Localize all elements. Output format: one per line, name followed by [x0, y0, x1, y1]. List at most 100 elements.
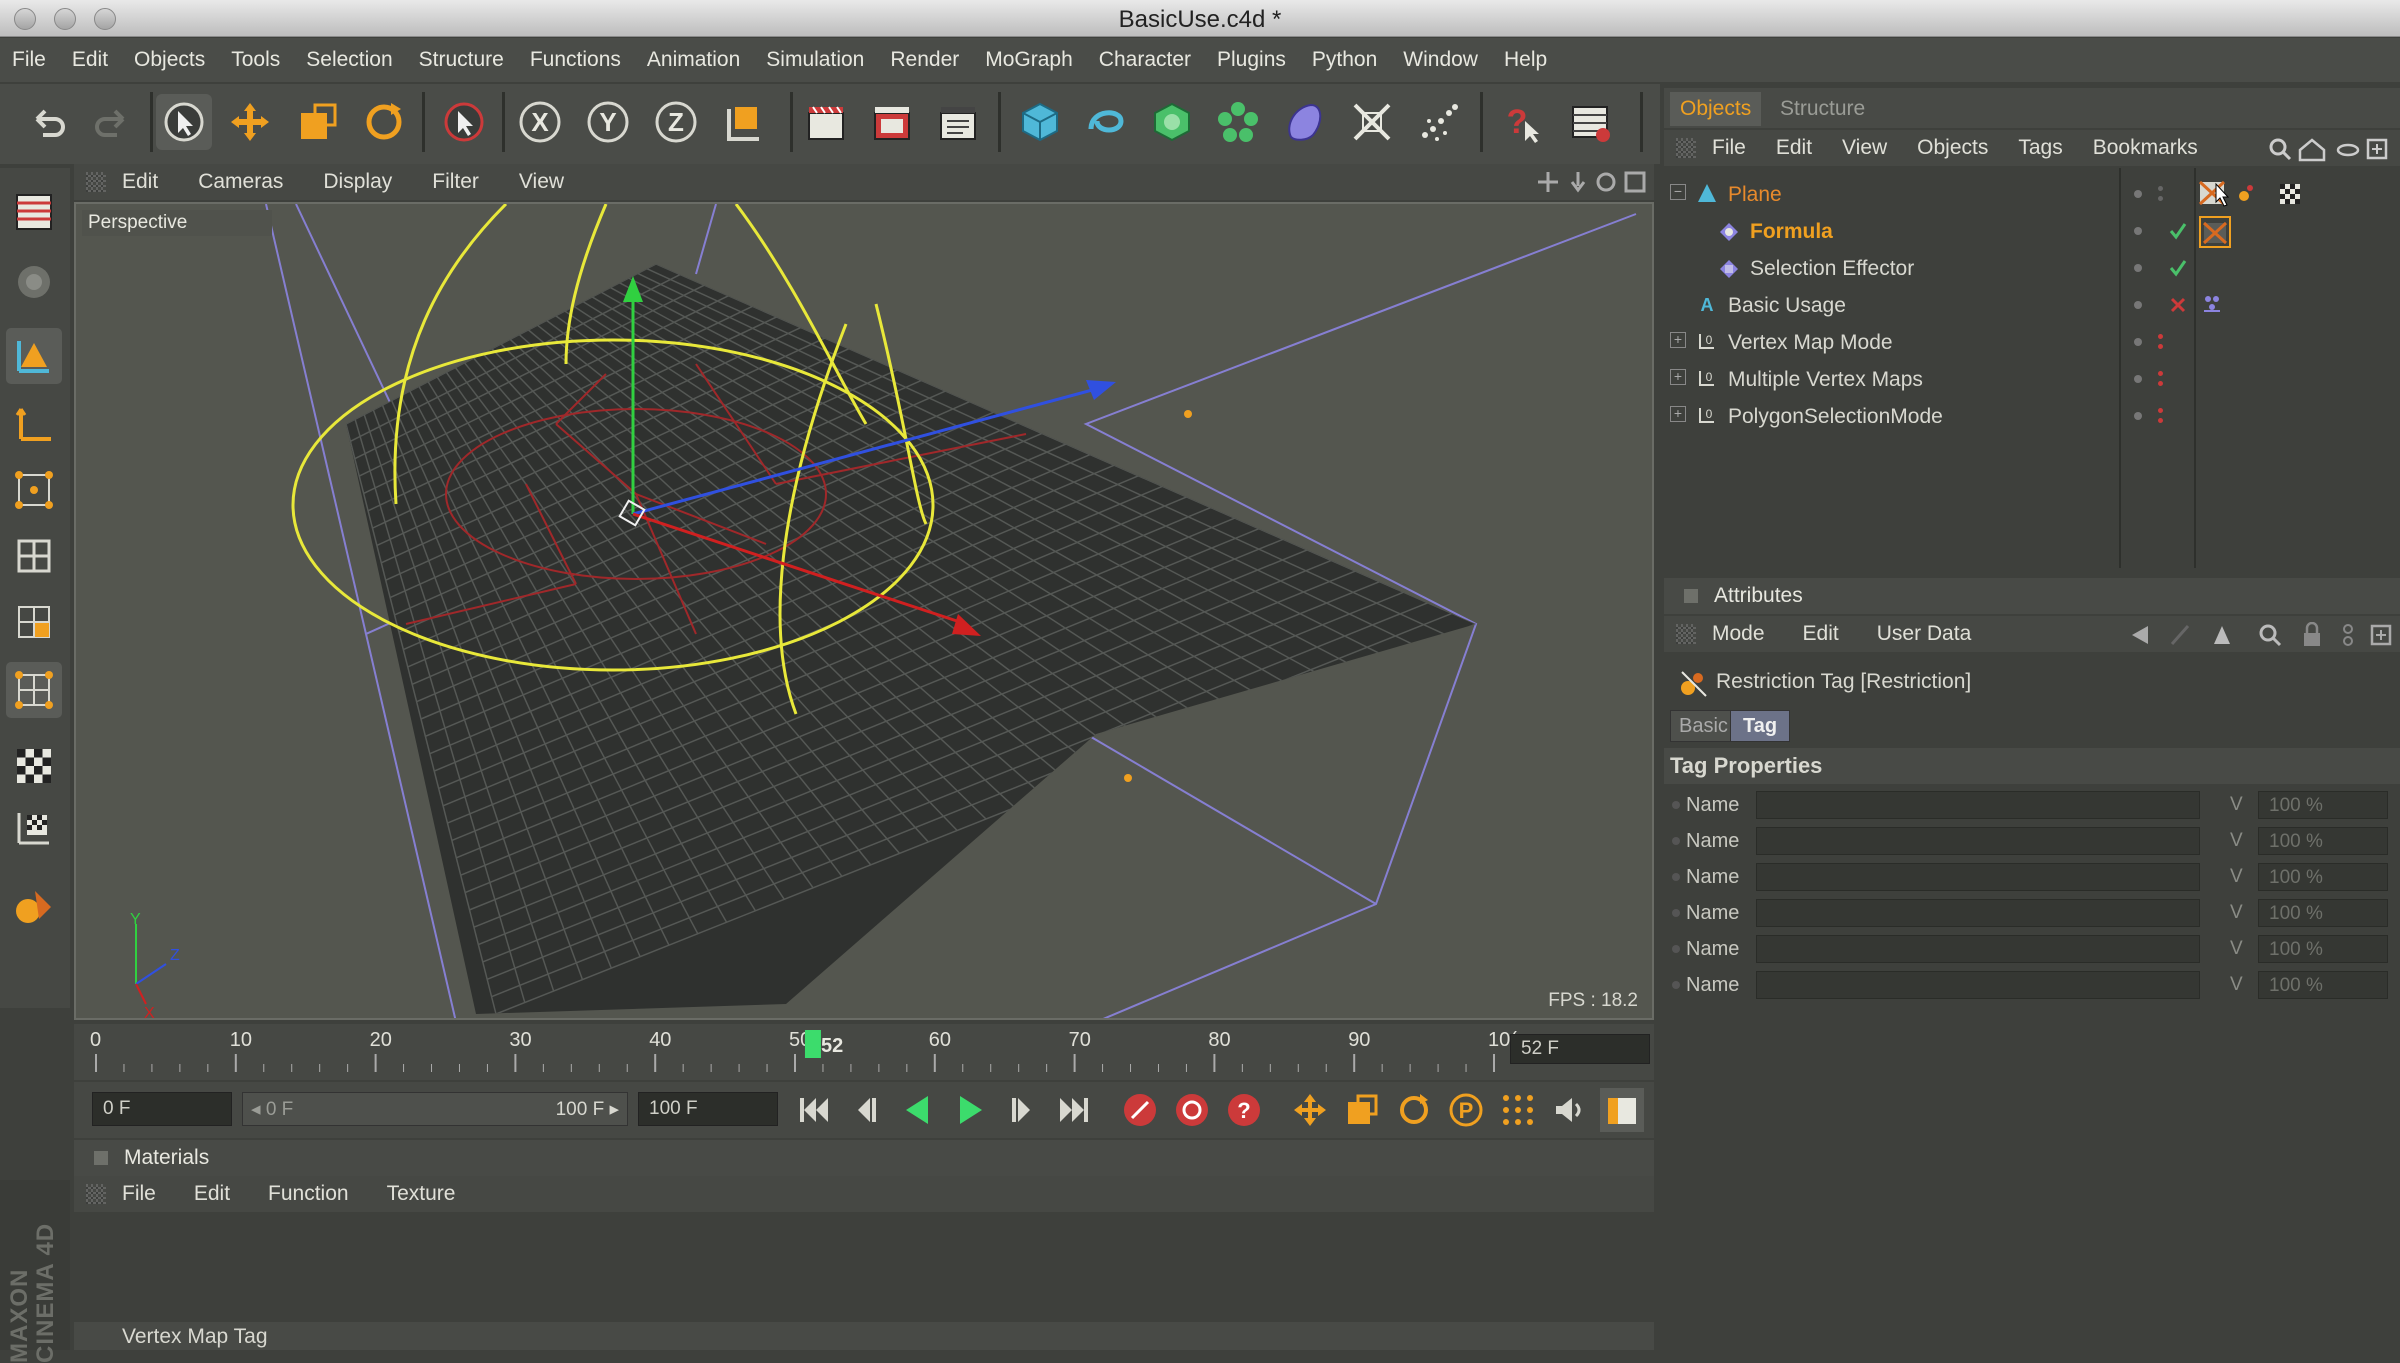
menu-edit[interactable]: Edit	[72, 48, 108, 72]
object-row-basic-usage[interactable]: A Basic Usage	[1664, 287, 2400, 324]
enabled-check-icon[interactable]	[2168, 258, 2188, 278]
3d-viewport[interactable]: Y Z X Perspective FPS : 18.2	[74, 202, 1654, 1020]
restriction-tag-icon[interactable]	[2198, 215, 2234, 249]
menu-render[interactable]: Render	[890, 48, 959, 72]
deformer-icon[interactable]	[1276, 94, 1332, 150]
sculpt-icon[interactable]	[6, 878, 62, 934]
key-pla-icon[interactable]	[1496, 1088, 1540, 1132]
viewport-menu-filter[interactable]: Filter	[432, 170, 479, 194]
menu-tools[interactable]: Tools	[231, 48, 280, 72]
materials-menu-edit[interactable]: Edit	[194, 1182, 230, 1206]
enabled-check-icon[interactable]	[2168, 221, 2188, 241]
particle-icon[interactable]	[1410, 94, 1466, 150]
attr-tab-basic[interactable]: Basic	[1670, 710, 1737, 742]
name-field[interactable]	[1756, 935, 2200, 963]
plane-tags[interactable]	[2198, 178, 2318, 208]
object-menu-tags[interactable]: Tags	[2018, 136, 2062, 160]
menu-animation[interactable]: Animation	[647, 48, 740, 72]
next-key-icon[interactable]	[1000, 1088, 1044, 1132]
polygons-mode-icon[interactable]	[6, 594, 62, 650]
attributes-menu-mode[interactable]: Mode	[1712, 622, 1765, 646]
menu-character[interactable]: Character	[1099, 48, 1191, 72]
object-row-formula[interactable]: Formula	[1664, 213, 2400, 250]
object-menu-edit[interactable]: Edit	[1776, 136, 1812, 160]
key-scale-icon[interactable]	[1340, 1088, 1384, 1132]
object-row-selection-effector[interactable]: Selection Effector	[1664, 250, 2400, 287]
go-to-start-icon[interactable]	[792, 1088, 836, 1132]
help-icon[interactable]: ?	[1494, 94, 1550, 150]
cube-icon[interactable]	[1012, 94, 1068, 150]
object-row-polygon-selection-mode[interactable]: + 0 PolygonSelectionMode	[1664, 398, 2400, 435]
sound-icon[interactable]	[1548, 1088, 1592, 1132]
layout-switch-icon[interactable]	[6, 184, 62, 240]
timeline-ruler[interactable]: 0 10 20 30 40 50 60 70 80 90 10( 52	[74, 1024, 1654, 1080]
menu-help[interactable]: Help	[1504, 48, 1547, 72]
percentage-field[interactable]: 100 %	[2258, 971, 2388, 999]
object-menu-view[interactable]: View	[1842, 136, 1887, 160]
min-time-field[interactable]: 0 F	[92, 1092, 232, 1126]
name-field[interactable]	[1756, 899, 2200, 927]
render-settings-icon[interactable]	[930, 94, 986, 150]
preview-range-slider[interactable]: ◂ 0 F 100 F ▸	[242, 1092, 628, 1126]
menu-simulation[interactable]: Simulation	[766, 48, 864, 72]
nurbs-icon[interactable]	[1144, 94, 1200, 150]
percentage-field[interactable]: 100 %	[2258, 935, 2388, 963]
model-mode-icon[interactable]	[6, 328, 62, 384]
menu-selection[interactable]: Selection	[306, 48, 392, 72]
name-field[interactable]	[1756, 863, 2200, 891]
key-rotation-icon[interactable]	[1392, 1088, 1436, 1132]
coordinate-system-icon[interactable]	[716, 94, 772, 150]
expand-toggle-icon[interactable]: +	[1670, 406, 1686, 422]
previous-key-icon[interactable]	[844, 1088, 888, 1132]
scheme-icon[interactable]	[1600, 1088, 1644, 1132]
mograph-selection-tag-icon[interactable]	[2198, 291, 2228, 319]
uv-mode-icon[interactable]	[6, 662, 62, 718]
viewport-menu-view[interactable]: View	[519, 170, 564, 194]
object-row-plane[interactable]: − Plane	[1664, 176, 2400, 213]
object-manager-nav-icons[interactable]	[2266, 136, 2396, 162]
percentage-field[interactable]: 100 %	[2258, 863, 2388, 891]
menu-file[interactable]: File	[12, 48, 46, 72]
scale-icon[interactable]	[290, 94, 346, 150]
y-axis-icon[interactable]: Y	[580, 94, 636, 150]
make-editable-icon[interactable]	[6, 254, 62, 310]
array-icon[interactable]	[1210, 94, 1266, 150]
autokey-icon[interactable]	[1170, 1088, 1214, 1132]
live-select-icon[interactable]	[156, 94, 212, 150]
timeline[interactable]: 0 10 20 30 40 50 60 70 80 90 10( 52 52 F	[74, 1024, 1654, 1080]
tab-structure[interactable]: Structure	[1770, 92, 1875, 126]
panel-collapse-icon[interactable]	[94, 1151, 108, 1165]
viewport-menu-edit[interactable]: Edit	[122, 170, 158, 194]
scene-icon[interactable]	[1344, 94, 1400, 150]
menu-mograph[interactable]: MoGraph	[985, 48, 1073, 72]
percentage-field[interactable]: 100 %	[2258, 899, 2388, 927]
record-icon[interactable]	[1118, 1088, 1162, 1132]
workplane-icon[interactable]	[6, 800, 62, 856]
disabled-x-icon[interactable]	[2168, 295, 2188, 315]
edges-mode-icon[interactable]	[6, 528, 62, 584]
select-icon[interactable]	[436, 94, 492, 150]
expand-toggle-icon[interactable]: +	[1670, 332, 1686, 348]
layout-icon[interactable]	[1562, 94, 1618, 150]
key-parameter-icon[interactable]: P	[1444, 1088, 1488, 1132]
texture-mode-icon[interactable]	[6, 738, 62, 794]
attr-tab-tag[interactable]: Tag	[1730, 710, 1791, 742]
materials-menu-texture[interactable]: Texture	[387, 1182, 456, 1206]
materials-menu-file[interactable]: File	[122, 1182, 156, 1206]
menu-window[interactable]: Window	[1403, 48, 1478, 72]
redo-icon[interactable]	[84, 94, 140, 150]
object-row-multiple-vertex-maps[interactable]: + 0 Multiple Vertex Maps	[1664, 361, 2400, 398]
render-view-icon[interactable]	[798, 94, 854, 150]
rotate-icon[interactable]	[356, 94, 412, 150]
menu-objects[interactable]: Objects	[134, 48, 205, 72]
current-frame-field[interactable]: 52 F	[1510, 1034, 1650, 1064]
viewport-menu-cameras[interactable]: Cameras	[198, 170, 283, 194]
materials-menu-function[interactable]: Function	[268, 1182, 349, 1206]
object-menu-objects[interactable]: Objects	[1917, 136, 1988, 160]
attributes-menu-edit[interactable]: Edit	[1803, 622, 1839, 646]
object-menu-file[interactable]: File	[1712, 136, 1746, 160]
object-row-vertex-map-mode[interactable]: + 0 Vertex Map Mode	[1664, 324, 2400, 361]
spline-icon[interactable]	[1078, 94, 1134, 150]
panel-collapse-icon[interactable]	[1684, 589, 1698, 603]
menu-functions[interactable]: Functions	[530, 48, 621, 72]
